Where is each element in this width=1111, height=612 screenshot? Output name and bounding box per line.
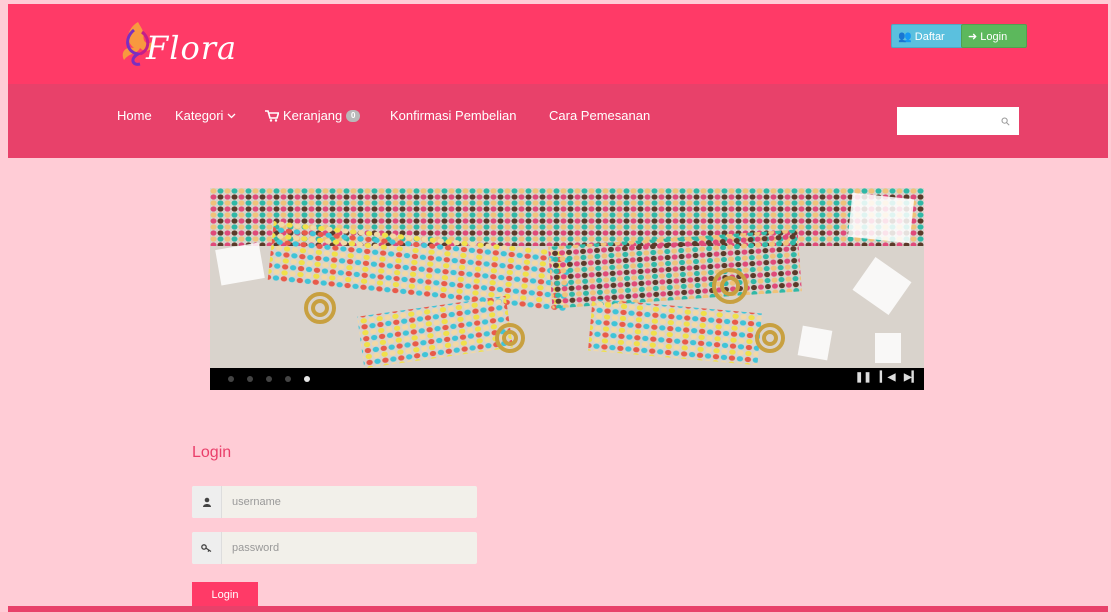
- chevron-down-icon: [227, 113, 236, 118]
- nav-cara-label: Cara Pemesanan: [549, 108, 651, 123]
- brand-logo[interactable]: Flora: [116, 18, 266, 74]
- slider-dot[interactable]: [247, 376, 253, 382]
- footer-bar: [8, 606, 1108, 612]
- nav-kategori[interactable]: Kategori: [175, 108, 236, 123]
- key-icon: [192, 532, 222, 564]
- daftar-button[interactable]: 👥 Daftar: [891, 24, 964, 48]
- nav-home[interactable]: Home: [117, 108, 152, 123]
- slider-dot[interactable]: [228, 376, 234, 382]
- top-header: Flora 👥 Daftar ➜ Login: [8, 4, 1108, 84]
- slider-image: [210, 188, 924, 368]
- search-icon[interactable]: [1001, 117, 1010, 126]
- nav-konfirmasi[interactable]: Konfirmasi Pembelian: [390, 108, 516, 123]
- sign-in-icon: ➜: [968, 31, 978, 43]
- username-field: [192, 486, 477, 518]
- users-icon: 👥: [898, 31, 912, 43]
- header-login-label: Login: [980, 31, 1008, 43]
- nav-home-label: Home: [117, 108, 152, 123]
- nav-keranjang-label: Keranjang: [283, 108, 343, 123]
- login-submit-button[interactable]: Login: [192, 582, 258, 608]
- pause-icon[interactable]: ❚❚: [855, 372, 872, 383]
- password-input[interactable]: [222, 532, 477, 564]
- username-input[interactable]: [222, 486, 477, 518]
- nav-konfirmasi-label: Konfirmasi Pembelian: [390, 108, 517, 123]
- previous-icon[interactable]: ▎◀: [880, 372, 895, 383]
- slider-controls-bar: ❚❚ ▎◀ ▶▎: [210, 368, 924, 390]
- brand-name: Flora: [146, 29, 238, 67]
- nav-keranjang[interactable]: Keranjang 0: [265, 108, 361, 123]
- image-slider[interactable]: ❚❚ ▎◀ ▶▎: [210, 188, 924, 390]
- user-icon: [192, 486, 222, 518]
- nav-cara-pemesanan[interactable]: Cara Pemesanan: [549, 108, 650, 123]
- nav-kategori-label: Kategori: [175, 108, 224, 123]
- slider-dot[interactable]: [285, 376, 291, 382]
- password-field: [192, 532, 477, 564]
- cart-count-badge: 0: [346, 109, 361, 122]
- slider-dot-active[interactable]: [304, 376, 310, 382]
- login-title: Login: [192, 444, 232, 461]
- main-navbar: Home Kategori Keranjang 0 Konfirmasi Pem…: [8, 84, 1108, 158]
- next-icon[interactable]: ▶▎: [904, 372, 919, 383]
- daftar-label: Daftar: [914, 31, 945, 43]
- header-login-button[interactable]: ➜ Login: [961, 24, 1027, 48]
- slider-dot[interactable]: [266, 376, 272, 382]
- cart-icon: [265, 109, 279, 122]
